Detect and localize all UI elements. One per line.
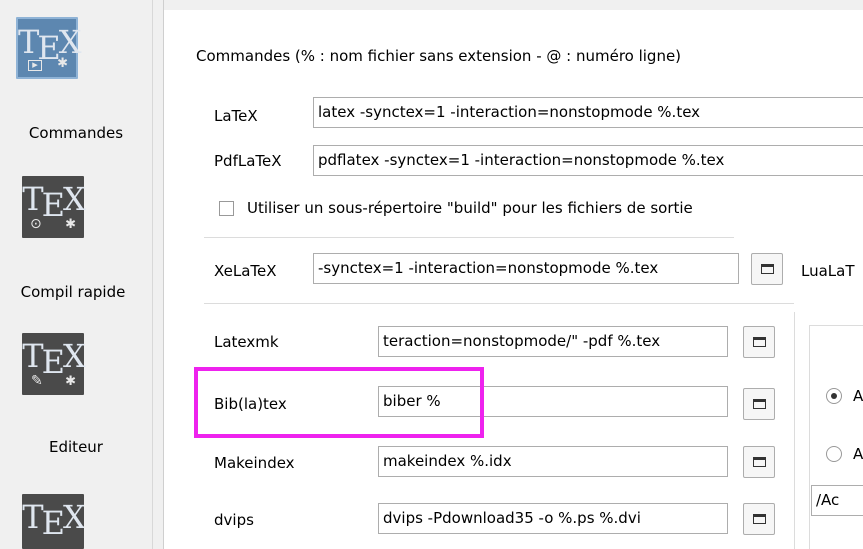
gear-icon: ✱ xyxy=(65,374,76,389)
sidebar-item-label: Editeur xyxy=(49,438,103,456)
sidebar-item-more[interactable]: TEX xyxy=(22,494,84,549)
sidebar-item-label: Commandes xyxy=(28,124,124,142)
pdflatex-command-input[interactable]: pdflatex -synctex=1 -interaction=nonstop… xyxy=(313,145,863,176)
option-radio-2[interactable] xyxy=(826,446,842,462)
folder-icon xyxy=(753,514,766,524)
option-radio-2-label: A xyxy=(853,445,863,463)
tex-commands-icon: TEX ▸ ✱ xyxy=(16,17,81,79)
sidebar-divider xyxy=(152,0,153,549)
category-sidebar xyxy=(0,0,152,549)
latexmk-browse-button[interactable] xyxy=(743,326,775,358)
tex-editor-icon: TEX ✎ ✱ xyxy=(22,333,86,395)
dvips-browse-button[interactable] xyxy=(743,503,775,535)
latexmk-command-input[interactable]: teraction=nonstopmode/" -pdf %.tex xyxy=(378,326,728,357)
makeindex-command-input[interactable]: makeindex %.idx xyxy=(378,446,728,477)
gear-icon: ✱ xyxy=(57,56,68,71)
sidebar-item-compil-rapide[interactable]: TEX ⊙ ✱ xyxy=(22,176,86,238)
xelatex-browse-button[interactable] xyxy=(751,253,783,285)
xelatex-command-input[interactable]: -synctex=1 -interaction=nonstopmode %.te… xyxy=(313,253,739,284)
folder-icon xyxy=(753,337,766,347)
latex-command-input[interactable]: latex -synctex=1 -interaction=nonstopmod… xyxy=(313,97,863,128)
option-radio-1-label: A xyxy=(853,387,863,405)
sidebar-item-editeur[interactable]: TEX ✎ ✱ xyxy=(22,333,86,395)
makeindex-browse-button[interactable] xyxy=(743,446,775,478)
highlight-box xyxy=(194,367,484,438)
tex-quick-build-icon: TEX ⊙ ✱ xyxy=(22,176,86,238)
lualatex-label: LuaLaT xyxy=(801,262,855,280)
build-subdir-checkbox[interactable] xyxy=(219,201,234,216)
xelatex-label: XeLaTeX xyxy=(214,262,277,280)
folder-icon xyxy=(761,264,774,274)
play-circle-icon: ⊙ xyxy=(30,216,42,232)
path-input[interactable]: /Ac xyxy=(811,485,863,516)
biblatex-browse-button[interactable] xyxy=(743,388,775,420)
option-radio-1[interactable] xyxy=(826,388,842,404)
separator-line xyxy=(204,303,794,304)
pdflatex-label: PdfLaTeX xyxy=(214,152,282,170)
sidebar-item-label: Compil rapide xyxy=(20,283,126,301)
folder-icon xyxy=(753,457,766,467)
gear-icon: ✱ xyxy=(65,217,76,232)
dvips-label: dvips xyxy=(214,511,254,529)
separator-line xyxy=(204,237,734,238)
sidebar-item-commandes[interactable]: TEX ▸ ✱ xyxy=(16,17,81,79)
latex-label: LaTeX xyxy=(214,107,258,125)
group-divider xyxy=(794,312,795,549)
pencil-icon: ✎ xyxy=(31,373,43,389)
dvips-command-input[interactable]: dvips -Pdownload35 -o %.ps %.dvi xyxy=(378,503,728,534)
latexmk-label: Latexmk xyxy=(214,333,279,351)
makeindex-label: Makeindex xyxy=(214,454,295,472)
commands-group-title: Commandes (% : nom fichier sans extensio… xyxy=(196,47,682,65)
build-subdir-label: Utiliser un sous-répertoire "build" pour… xyxy=(247,199,693,217)
tex-icon: TEX xyxy=(22,494,84,549)
folder-icon xyxy=(753,399,766,409)
